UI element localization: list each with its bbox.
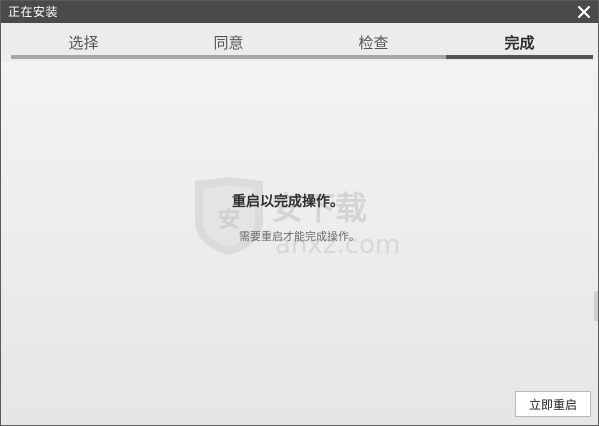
restart-message-title: 重启以完成操作。	[232, 194, 344, 210]
step-label: 完成	[504, 34, 535, 52]
content-area: 安 安下载 anxz.com 重启以完成操作。 需要重启才能完成操作。 立即重启	[1, 61, 598, 425]
step-label: 同意	[213, 34, 244, 52]
step-indicator	[11, 55, 156, 59]
installer-window: 正在安装 选择 同意 检查 完成 安 安下载 anxz.com 重启以完成操作。…	[0, 0, 599, 426]
step-indicator	[156, 55, 301, 59]
step-label: 检查	[358, 34, 389, 52]
close-button[interactable]	[574, 2, 594, 22]
close-icon	[577, 5, 591, 19]
step-progress: 选择 同意 检查 完成	[11, 23, 593, 61]
window-title: 正在安装	[8, 5, 59, 19]
restart-message-subtitle: 需要重启才能完成操作。	[239, 230, 360, 243]
watermark-logo: 安 安下载 anxz.com	[195, 177, 400, 260]
step-finish: 完成	[446, 23, 593, 61]
step-indicator	[446, 55, 593, 59]
step-check: 检查	[301, 23, 446, 61]
step-indicator	[301, 55, 446, 59]
side-handle	[594, 291, 598, 321]
step-label: 选择	[68, 34, 99, 52]
step-select: 选择	[11, 23, 156, 61]
step-agree: 同意	[156, 23, 301, 61]
title-bar[interactable]: 正在安装	[1, 1, 598, 23]
restart-now-button[interactable]: 立即重启	[515, 391, 591, 417]
